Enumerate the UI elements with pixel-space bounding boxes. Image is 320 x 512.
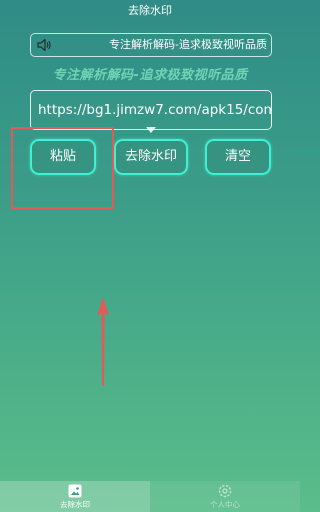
settings-icon	[218, 484, 232, 498]
nav-item-profile[interactable]: 个人中心	[150, 481, 300, 512]
url-input[interactable]: https://bg1.jimzw7.com/apk15/com.hm.wr.a…	[30, 90, 272, 130]
up-arrow-icon	[97, 297, 109, 386]
nav-label-remove-watermark: 去除水印	[60, 500, 90, 509]
watermark-icon	[68, 484, 82, 498]
remove-watermark-button[interactable]: 去除水印	[114, 139, 188, 175]
paste-highlight-box	[11, 127, 114, 209]
slogan-text: 专注解析解码-追求极致视听品质	[52, 68, 248, 83]
bottom-nav: 去除水印 个人中心	[0, 481, 300, 512]
app-title: 去除水印	[128, 4, 172, 17]
notice-text: 专注解析解码-追求极致视听品质	[109, 38, 267, 51]
url-input-pointer	[146, 127, 156, 133]
speaker-icon	[37, 38, 51, 52]
clear-button[interactable]: 清空	[205, 139, 271, 175]
nav-label-profile: 个人中心	[210, 500, 240, 509]
notice-bar: 专注解析解码-追求极致视听品质	[30, 33, 272, 57]
url-input-value: https://bg1.jimzw7.com/apk15/com.hm.wr.a…	[38, 102, 271, 118]
nav-item-remove-watermark[interactable]: 去除水印	[0, 481, 150, 512]
